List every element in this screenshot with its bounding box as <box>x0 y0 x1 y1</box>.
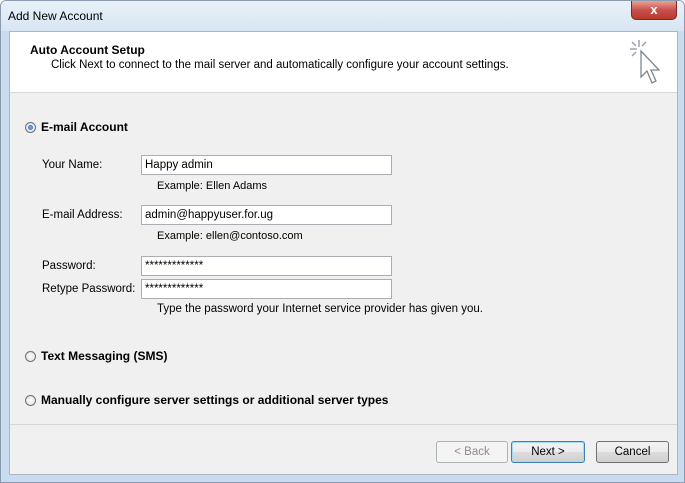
email-address-input[interactable]: admin@happyuser.for.ug <box>141 205 392 225</box>
email-account-label: E-mail Account <box>41 120 128 134</box>
retype-password-input[interactable]: ************* <box>141 279 392 299</box>
radio-email-account[interactable]: E-mail Account <box>25 120 128 134</box>
title-bar[interactable]: Add New Account x <box>1 1 684 31</box>
close-button[interactable]: x <box>631 1 677 20</box>
password-hint: Type the password your Internet service … <box>157 303 484 315</box>
radio-text-messaging[interactable]: Text Messaging (SMS) <box>25 349 167 363</box>
cursor-click-icon <box>630 40 661 84</box>
cancel-button[interactable]: Cancel <box>596 441 669 463</box>
your-name-label: Your Name: <box>42 159 103 171</box>
email-address-example: Example: ellen@contoso.com <box>157 230 303 242</box>
email-address-label: E-mail Address: <box>42 209 123 221</box>
header-title: Auto Account Setup <box>30 43 145 57</box>
radio-manual-config[interactable]: Manually configure server settings or ad… <box>25 393 388 407</box>
radio-unselected-icon[interactable] <box>25 350 36 362</box>
button-separator <box>10 424 677 425</box>
next-button[interactable]: Next > <box>511 441 585 463</box>
password-input[interactable]: ************* <box>141 256 392 276</box>
your-name-input[interactable]: Happy admin <box>141 155 392 175</box>
back-button[interactable]: < Back <box>436 441 508 463</box>
window-title: Add New Account <box>8 9 103 23</box>
retype-password-label: Retype Password: <box>42 283 136 295</box>
text-messaging-label: Text Messaging (SMS) <box>41 349 168 363</box>
add-account-window: Add New Account x Auto Account Setup Cli… <box>0 0 685 483</box>
header-band: Auto Account Setup Click Next to connect… <box>10 32 677 93</box>
radio-unselected-icon[interactable] <box>25 394 36 406</box>
radio-selected-icon[interactable] <box>25 121 36 133</box>
password-label: Password: <box>42 260 96 272</box>
header-description: Click Next to connect to the mail server… <box>51 59 509 71</box>
your-name-example: Example: Ellen Adams <box>157 180 268 192</box>
close-icon: x <box>650 2 658 17</box>
manual-config-label: Manually configure server settings or ad… <box>41 393 389 407</box>
dialog-client-area: Auto Account Setup Click Next to connect… <box>9 31 678 475</box>
